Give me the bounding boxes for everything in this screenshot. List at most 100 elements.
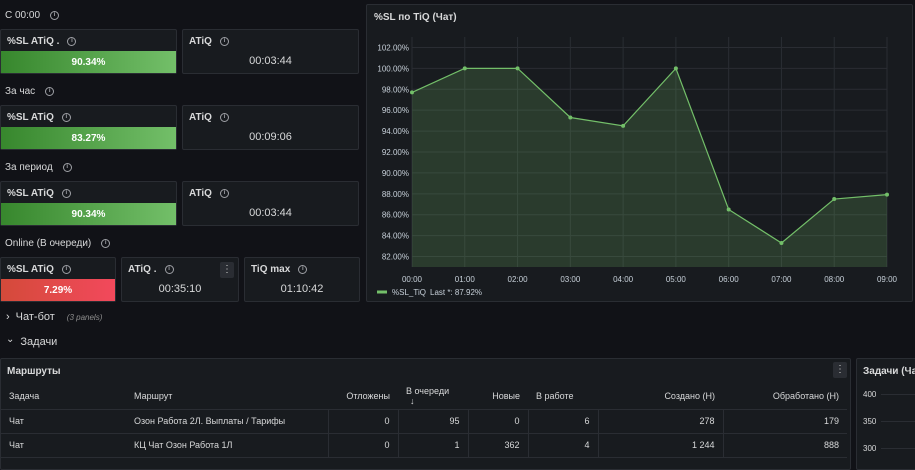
chevron-right-icon: › <box>6 311 10 323</box>
column-header[interactable]: В работе <box>528 383 598 410</box>
x-tick-label: 02:00 <box>508 275 529 284</box>
table-cell: 4 <box>528 433 599 458</box>
panel-title: %SL ATiQ i <box>7 264 71 275</box>
panel-title: ATiQ . i <box>128 264 174 275</box>
table-cell: Чат <box>1 409 126 434</box>
panel-menu-icon[interactable]: ⋮ <box>220 262 234 278</box>
panel-title-text: ATiQ <box>189 188 212 199</box>
table-cell: 888 <box>723 433 847 458</box>
column-header[interactable]: Маршрут <box>126 383 328 410</box>
row-title: Чат-бот <box>15 311 55 323</box>
panel-title-text: ATiQ <box>189 112 212 123</box>
y-tick-label: 98.00% <box>382 85 409 94</box>
y-tick-label: 96.00% <box>382 106 409 115</box>
panel-menu-icon[interactable]: ⋮ <box>833 362 847 378</box>
stat-panel-tiq-max[interactable]: TiQ max i 01:10:42 <box>244 257 360 302</box>
info-icon[interactable]: i <box>219 37 229 46</box>
data-point <box>462 66 467 71</box>
info-icon[interactable]: i <box>219 113 229 122</box>
table-cell: 1 <box>398 433 469 458</box>
column-header[interactable]: Задача <box>1 383 126 410</box>
panel-title: Маршруты <box>7 366 61 377</box>
x-tick-label: 01:00 <box>455 275 476 284</box>
x-tick-label: 00:00 <box>402 275 423 284</box>
chart-panel-tasks-chat[interactable]: Задачи (Чат) 400 350 300 <box>856 358 915 470</box>
section-label: С 00:00 <box>5 10 41 21</box>
gridline <box>881 421 915 422</box>
table-row[interactable]: Чат Озон Работа 2Л. Выплаты / Тарифы 0 9… <box>1 409 847 434</box>
panel-title-text: ATiQ <box>189 36 212 47</box>
stat-value: 83.27% <box>71 132 106 144</box>
x-tick-label: 04:00 <box>613 275 634 284</box>
y-tick-label: 102.00% <box>377 43 409 52</box>
section-title-period: За период i <box>5 162 72 173</box>
stat-value: 00:03:44 <box>249 207 292 219</box>
stat-panel-sl-period[interactable]: %SL ATiQ i 90.34% <box>0 181 177 226</box>
table-header-row: Задача Маршрут Отложены В очереди ↓ Новы… <box>1 383 847 410</box>
info-icon[interactable]: i <box>298 265 308 274</box>
stat-panel-atiq-period[interactable]: ATiQ i 00:03:44 <box>182 181 359 226</box>
data-point <box>885 192 889 197</box>
chart-panel-sl-by-tiq[interactable]: %SL по TiQ (Чат) 82.00% 84.00% 86.00% 88.00… <box>366 4 913 302</box>
panel-title-text: %SL ATiQ . <box>7 36 60 47</box>
stat-value: 01:10:42 <box>280 283 324 295</box>
section-title-online: Online (В очереди) i <box>5 238 111 249</box>
stat-panel-sl-since-midnight[interactable]: %SL ATiQ . i 90.34% <box>0 29 177 74</box>
row-header-chatbot[interactable]: › Чат-бот (3 panels) <box>6 311 102 323</box>
stat-panel-atiq-last-hour[interactable]: ATiQ i 00:09:06 <box>182 105 359 150</box>
panel-title: Задачи (Чат) <box>863 366 915 377</box>
stat-panel-sl-last-hour[interactable]: %SL ATiQ i 83.27% <box>0 105 177 150</box>
info-icon[interactable]: i <box>45 87 55 96</box>
info-icon[interactable]: i <box>62 163 72 172</box>
column-header[interactable]: Обработано (Н) <box>723 383 847 410</box>
stat-value-bar: 83.27% <box>1 127 176 149</box>
panel-title: ATiQ i <box>189 112 229 123</box>
info-icon[interactable]: i <box>50 11 60 20</box>
x-tick-label: 07:00 <box>771 275 792 284</box>
column-header[interactable]: Новые <box>468 383 528 410</box>
info-icon[interactable]: i <box>61 189 71 198</box>
table-cell: 0 <box>328 409 399 434</box>
x-tick-label: 05:00 <box>666 275 687 284</box>
sort-desc-icon: ↓ <box>410 395 415 406</box>
stat-panel-atiq-since-midnight[interactable]: ATiQ i 00:03:44 <box>182 29 359 74</box>
legend-label: %SL_TiQ <box>392 288 426 297</box>
chevron-down-icon: ⌄ <box>6 333 15 345</box>
info-icon[interactable]: i <box>61 113 71 122</box>
y-tick-label: 86.00% <box>382 211 409 220</box>
info-icon[interactable]: i <box>101 239 111 248</box>
x-tick-label: 06:00 <box>719 275 740 284</box>
info-icon[interactable]: i <box>164 265 174 274</box>
table-row[interactable]: Чат КЦ Чат Озон Работа 1Л 0 1 362 4 1 24… <box>1 433 847 458</box>
column-header-label: В очереди <box>406 385 450 396</box>
panel-title: ATiQ i <box>189 36 229 47</box>
section-label: Online (В очереди) <box>5 238 92 249</box>
stat-value: 7.29% <box>43 284 73 296</box>
column-header[interactable]: Отложены <box>328 383 398 410</box>
x-tick-label: 08:00 <box>824 275 845 284</box>
panel-title: %SL ATiQ i <box>7 112 71 123</box>
stat-panel-atiq-online[interactable]: ATiQ . i ⋮ 00:35:10 <box>121 257 239 302</box>
info-icon[interactable]: i <box>219 189 229 198</box>
column-header-sorted[interactable]: В очереди ↓ <box>398 383 468 410</box>
panel-title: %SL ATiQ i <box>7 188 71 199</box>
routes-table: Задача Маршрут Отложены В очереди ↓ Новы… <box>1 383 847 458</box>
info-icon[interactable]: i <box>61 265 71 274</box>
series-area <box>412 68 887 267</box>
column-header[interactable]: Создано (Н) <box>598 383 723 410</box>
stat-value: 00:35:10 <box>158 283 202 295</box>
table-panel-routes[interactable]: Маршруты ⋮ Задача Маршрут Отложены В оче… <box>0 358 851 470</box>
data-point <box>568 115 573 120</box>
stat-panel-sl-online[interactable]: %SL ATiQ i 7.29% <box>0 257 116 302</box>
stat-value: 00:03:44 <box>249 55 292 67</box>
y-tick-label: 88.00% <box>382 190 409 199</box>
info-icon[interactable]: i <box>67 37 77 46</box>
data-point <box>673 66 678 71</box>
section-title-last-hour: За час i <box>5 86 55 97</box>
row-header-tasks[interactable]: ⌄ Задачи <box>6 333 57 349</box>
stat-value: 90.34% <box>71 56 106 68</box>
panel-title: ATiQ i <box>189 188 229 199</box>
panel-title-text: %SL ATiQ <box>7 264 54 275</box>
section-label: За период <box>5 162 53 173</box>
legend-last-value: Last *: 87.92% <box>430 288 482 297</box>
